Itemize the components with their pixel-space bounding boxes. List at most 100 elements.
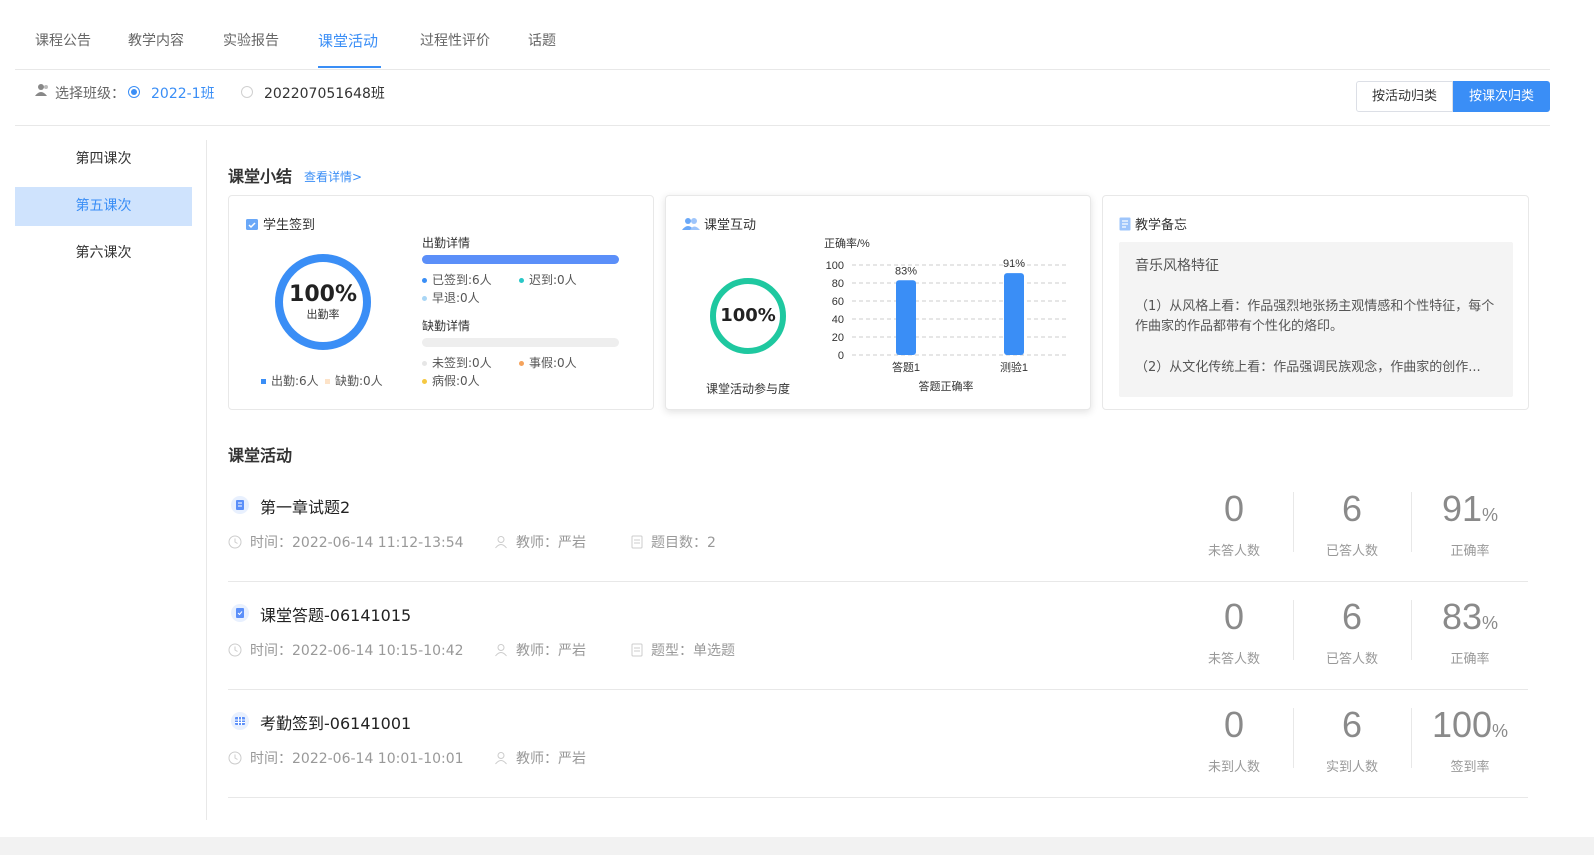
- memo-content: 音乐风格特征 （1）从风格上看：作品强烈地张扬主观情感和个性特征，每个作曲家的作…: [1119, 242, 1513, 397]
- answer-icon: [231, 604, 249, 622]
- activities-title: 课堂活动: [228, 446, 293, 465]
- chart-bar: [896, 280, 916, 355]
- class-option-202207051648[interactable]: 202207051648班: [264, 83, 385, 103]
- stat-accuracy: 91% 正确率: [1441, 488, 1499, 559]
- absent-detail-title: 缺勤详情: [422, 319, 471, 333]
- radio-class-202207051648[interactable]: [241, 86, 253, 98]
- bottom-scroll-area: [0, 837, 1594, 855]
- chart-bar: [1004, 273, 1024, 355]
- attendance-card: 学生签到 100% 出勤率 出勤:6人 缺勤:0人 出勤详情 已签到:6人 迟到…: [228, 195, 654, 410]
- activity-teacher: 教师：严岩: [494, 640, 586, 660]
- activity-title[interactable]: 课堂答题-06141015: [260, 602, 411, 626]
- teaching-memo-card: 教学备忘 音乐风格特征 （1）从风格上看：作品强烈地张扬主观情感和个性特征，每个…: [1102, 195, 1529, 410]
- chart-y-tick-label: 60: [832, 296, 844, 308]
- document-icon: [631, 643, 643, 657]
- users-icon: [682, 217, 700, 230]
- sidebar-item-session-5[interactable]: 第五课次: [15, 187, 192, 226]
- stat-absent: 0 未到人数: [1207, 704, 1260, 775]
- signed-in-count: 已签到:6人: [422, 271, 492, 288]
- memo-line-2: （1）从风格上看：作品强烈地张扬主观情感和个性特征，每个作曲家的作品都带有个性化…: [1135, 299, 1495, 334]
- quiz-icon: [231, 496, 249, 514]
- early-leave-count: 早退:0人: [422, 289, 480, 306]
- memo-line-1: 音乐风格特征: [1135, 258, 1219, 274]
- attendance-card-header: 学生签到: [245, 214, 315, 233]
- activity-title[interactable]: 第一章试题2: [260, 494, 350, 518]
- sidebar-item-session-6[interactable]: 第六课次: [15, 234, 192, 273]
- sidebar-item-session-4[interactable]: 第四课次: [15, 140, 192, 179]
- legend-present: 出勤:6人: [261, 372, 319, 389]
- clock-icon: [228, 643, 242, 657]
- participation-value: 100%: [720, 305, 776, 326]
- stat-answered: 6 已答人数: [1325, 488, 1378, 559]
- activity-teacher: 教师：严岩: [494, 748, 586, 768]
- interaction-card: 课堂互动 100% 课堂活动参与度 正确率/% 答题正确率 0 20 40 60 80 1…: [665, 195, 1091, 410]
- chart-data-label: 91%: [1003, 258, 1025, 270]
- accuracy-bar-chart: 正确率/% 答题正确率 0 20 40 60 80 100 83% 答题1 91% 测验1: [824, 236, 1068, 393]
- chart-y-tick-label: 100: [826, 260, 844, 272]
- activity-extra: 题型：单选题: [631, 640, 735, 660]
- present-progress-bar: [422, 255, 619, 264]
- stat-signin-rate: 100% 签到率: [1431, 704, 1509, 775]
- chart-x-axis-label: 答题正确率: [919, 379, 974, 393]
- group-by-session-button[interactable]: 按课次归类: [1452, 81, 1550, 112]
- activity-item-3[interactable]: 考勤签到-06141001 时间：2022-06-14 10:01-10:01 …: [228, 690, 1528, 798]
- summary-title: 课堂小结: [228, 167, 293, 186]
- activity-item-2[interactable]: 课堂答题-06141015 时间：2022-06-14 10:15-10:42 …: [228, 582, 1528, 690]
- chart-x-tick-label: 答题1: [892, 360, 920, 374]
- attendance-table-icon: [231, 712, 249, 730]
- chart-y-tick-label: 40: [832, 314, 844, 326]
- person-icon: [495, 536, 507, 549]
- class-select-label: 选择班级：: [55, 86, 125, 102]
- chart-x-tick-label: 测验1: [1000, 360, 1028, 374]
- stat-unanswered: 0 未答人数: [1207, 488, 1260, 559]
- chart-y-tick-label: 20: [832, 332, 844, 344]
- class-option-2022-1[interactable]: 2022-1班: [151, 83, 215, 103]
- activity-item-1[interactable]: 第一章试题2 时间：2022-06-14 11:12-13:54 教师：严岩 题…: [228, 474, 1528, 582]
- user-group-icon: [35, 84, 48, 96]
- activity-time: 时间：2022-06-14 11:12-13:54: [228, 532, 464, 552]
- interaction-card-header: 课堂互动: [682, 214, 756, 233]
- activity-teacher: 教师：严岩: [494, 532, 586, 552]
- tab-process-evaluation[interactable]: 过程性评价: [420, 30, 490, 50]
- interaction-title: 课堂互动: [704, 218, 757, 233]
- clock-icon: [228, 535, 242, 549]
- attendance-title: 学生签到: [263, 218, 316, 233]
- memo-icon: [1119, 217, 1131, 230]
- activity-time: 时间：2022-06-14 10:01-10:01: [228, 748, 464, 768]
- radio-class-2022-1[interactable]: [128, 86, 140, 98]
- chart-y-tick-label: 80: [832, 278, 844, 290]
- document-icon: [631, 535, 643, 549]
- stat-answered: 6 已答人数: [1325, 596, 1378, 667]
- class-selector-row: 选择班级： 2022-1班 202207051648班 按活动归类 按课次归类: [15, 70, 1550, 126]
- person-icon: [495, 644, 507, 657]
- sidebar-divider: [206, 140, 207, 820]
- attendance-rate-value: 100%: [289, 282, 357, 307]
- tab-course-notice[interactable]: 课程公告: [35, 30, 91, 50]
- group-toggle: 按活动归类 按课次归类: [1355, 81, 1550, 112]
- person-icon: [495, 752, 507, 765]
- group-by-activity-button[interactable]: 按活动归类: [1355, 81, 1453, 112]
- chart-y-tick-label: 0: [838, 350, 844, 362]
- tab-lab-report[interactable]: 实验报告: [223, 30, 279, 50]
- tab-teaching-content[interactable]: 教学内容: [128, 30, 184, 50]
- memo-card-header: 教学备忘: [1119, 214, 1187, 233]
- activity-extra: 题目数：2: [631, 532, 716, 552]
- sick-leave-count: 病假:0人: [422, 372, 480, 389]
- chart-y-axis-label: 正确率/%: [824, 236, 870, 250]
- calendar-check-icon: [246, 218, 258, 230]
- stat-accuracy: 83% 正确率: [1441, 596, 1499, 667]
- activity-title[interactable]: 考勤签到-06141001: [260, 710, 411, 734]
- memo-line-3: （2）从文化传统上看：作品强调民族观念，作曲家的创作...: [1135, 360, 1481, 375]
- view-details-link[interactable]: 查看详情>: [304, 168, 362, 185]
- tab-class-activity[interactable]: 课堂活动: [318, 30, 378, 51]
- not-signed-count: 未签到:0人: [422, 354, 492, 371]
- active-tab-underline: [318, 66, 381, 68]
- activity-time: 时间：2022-06-14 10:15-10:42: [228, 640, 464, 660]
- present-detail-title: 出勤详情: [422, 236, 471, 250]
- tab-topic[interactable]: 话题: [528, 30, 556, 50]
- session-sidebar: 第四课次 第五课次 第六课次: [15, 140, 192, 281]
- attendance-rate-label: 出勤率: [306, 308, 340, 321]
- stat-unanswered: 0 未答人数: [1207, 596, 1260, 667]
- late-count: 迟到:0人: [519, 271, 577, 288]
- memo-title: 教学备忘: [1135, 218, 1188, 233]
